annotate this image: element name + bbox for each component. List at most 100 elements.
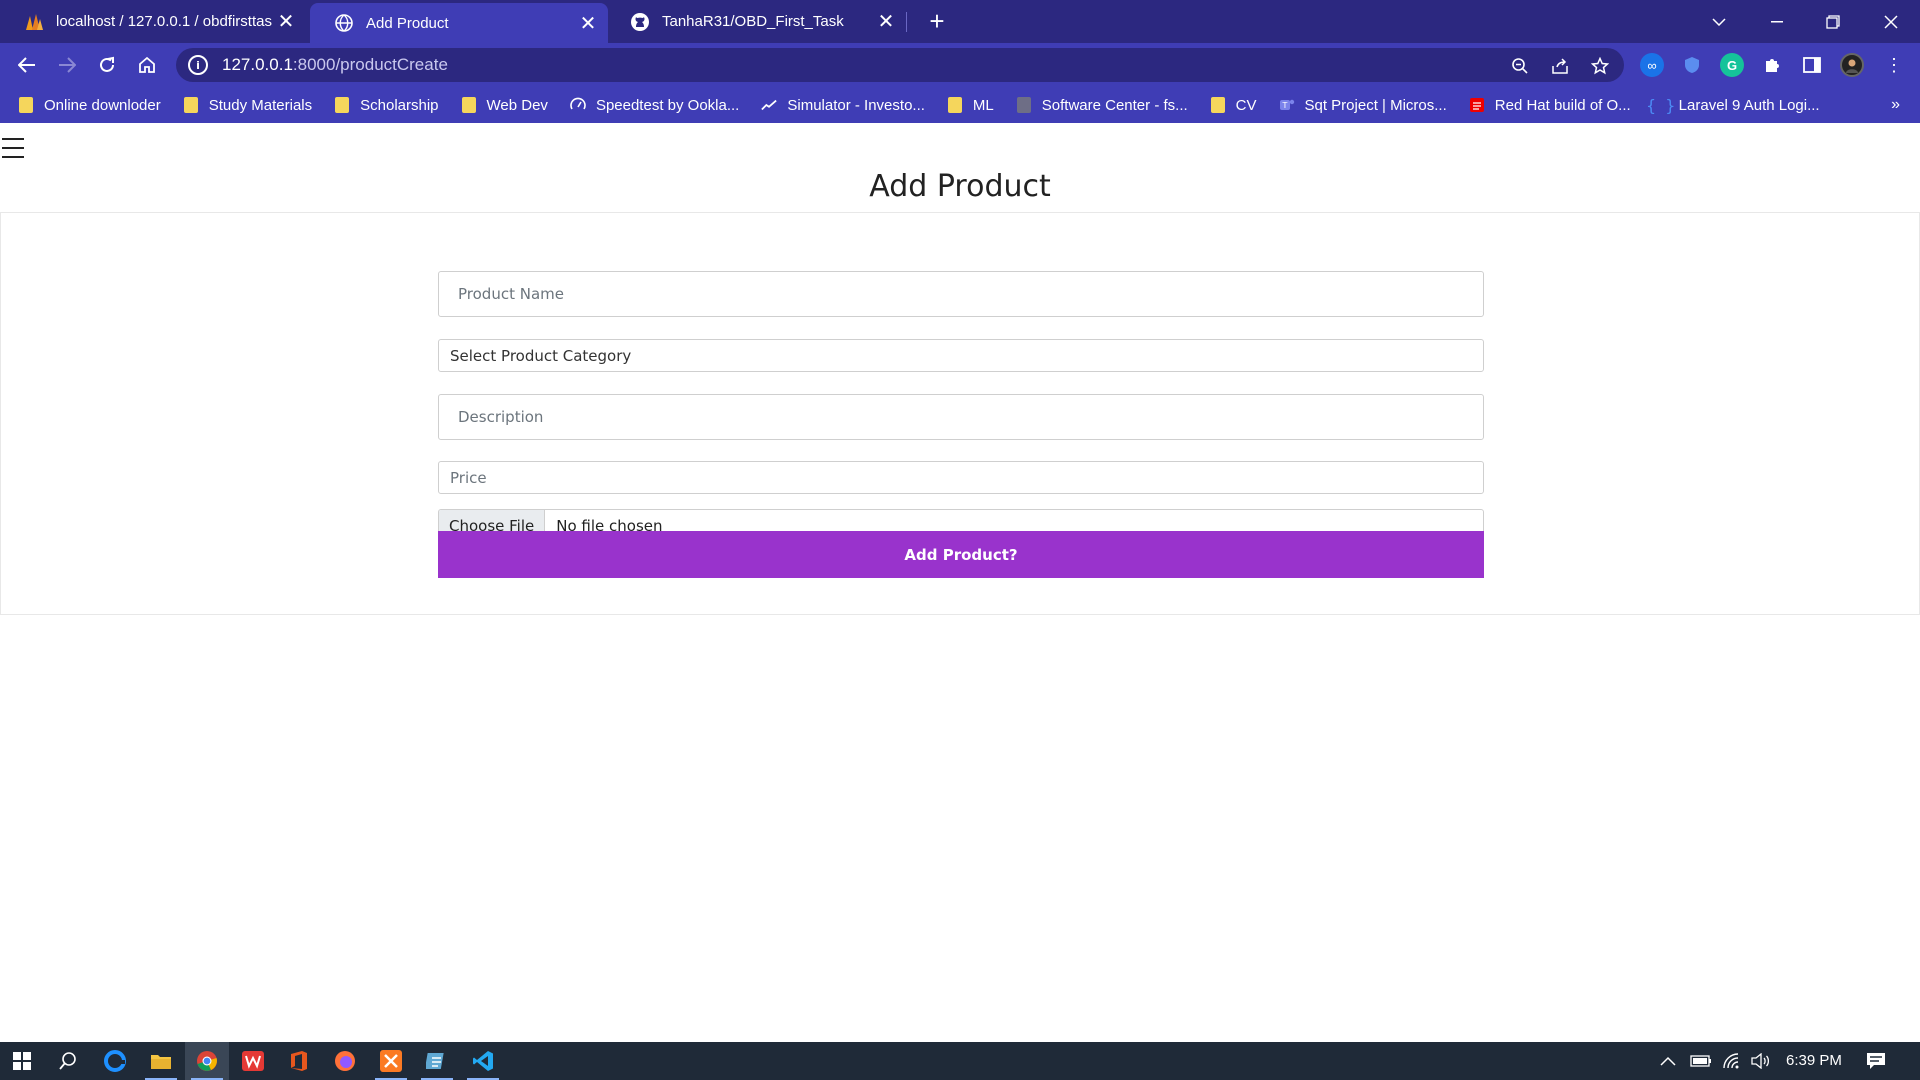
folder-icon — [183, 97, 199, 113]
bookmark-label: Online downloder — [44, 96, 161, 114]
hamburger-menu-icon[interactable] — [2, 138, 24, 158]
price-input[interactable]: Price — [438, 461, 1484, 494]
tab-title: Add Product — [366, 14, 449, 32]
bookmark-label: Red Hat build of O... — [1494, 96, 1631, 114]
windows-start-icon[interactable] — [0, 1042, 44, 1080]
notepad-icon[interactable] — [415, 1042, 459, 1080]
bookmark-label: ML — [972, 96, 994, 114]
bookmark-ml[interactable]: ML — [947, 97, 994, 114]
teams-icon: T — [1279, 97, 1295, 113]
shield-extension-icon[interactable] — [1680, 53, 1704, 77]
tab-add-product[interactable]: Add Product ✕ — [310, 3, 608, 43]
wps-office-icon[interactable] — [231, 1042, 275, 1080]
bookmark-laravel-auth[interactable]: { } Laravel 9 Auth Logi... — [1646, 95, 1820, 115]
windows-taskbar: 6:39 PM — [0, 1042, 1920, 1080]
profile-avatar[interactable] — [1840, 53, 1864, 77]
bookmark-web-dev[interactable]: Web Dev — [461, 97, 548, 114]
vscode-icon[interactable] — [461, 1042, 505, 1080]
bookmark-simulator[interactable]: Simulator - Investo... — [761, 97, 925, 114]
infinity-extension-icon[interactable]: ∞ — [1640, 53, 1664, 77]
bookmark-sqt-project[interactable]: T Sqt Project | Micros... — [1279, 97, 1447, 114]
description-input[interactable]: Description — [438, 394, 1484, 440]
forward-arrow-icon[interactable] — [53, 51, 81, 79]
url-text[interactable]: 127.0.0.1:8000/productCreate — [222, 55, 448, 75]
volume-icon[interactable] — [1750, 1042, 1770, 1080]
address-bar[interactable]: i 127.0.0.1:8000/productCreate — [176, 48, 1624, 82]
taskbar-clock[interactable]: 6:39 PM — [1786, 1052, 1842, 1069]
url-host: 127.0.0.1 — [222, 55, 293, 74]
bookmark-label: Sqt Project | Micros... — [1304, 96, 1447, 114]
side-panel-icon[interactable] — [1800, 53, 1824, 77]
tab-github[interactable]: TanhaR31/OBD_First_Task ✕ — [606, 0, 906, 43]
minimize-icon[interactable] — [1754, 0, 1800, 43]
bookmark-label: Laravel 9 Auth Logi... — [1678, 96, 1820, 114]
close-window-icon[interactable] — [1868, 0, 1914, 43]
bookmark-scholarship[interactable]: Scholarship — [334, 97, 439, 114]
chrome-icon[interactable] — [185, 1042, 229, 1080]
folder-icon — [334, 97, 350, 113]
bookmark-online-downloder[interactable]: Online downloder — [18, 97, 161, 114]
tab-phpmyadmin[interactable]: localhost / 127.0.0.1 / obdfirsttas ✕ — [0, 0, 306, 43]
bookmark-speedtest[interactable]: Speedtest by Ookla... — [570, 97, 739, 114]
product-name-placeholder: Product Name — [458, 285, 564, 303]
close-tab-icon[interactable]: ✕ — [874, 10, 898, 34]
speedtest-icon — [570, 97, 586, 113]
tab-strip: localhost / 127.0.0.1 / obdfirsttas ✕ Ad… — [0, 0, 1920, 43]
browser-toolbar: i 127.0.0.1:8000/productCreate ∞ G ⋮ — [0, 43, 1920, 87]
back-arrow-icon[interactable] — [13, 51, 41, 79]
product-name-input[interactable]: Product Name — [438, 271, 1484, 317]
edge-icon[interactable] — [93, 1042, 137, 1080]
bookmark-software-center[interactable]: Software Center - fs... — [1016, 97, 1188, 114]
tab-title: localhost / 127.0.0.1 / obdfirsttas — [56, 13, 272, 30]
bookmarks-bar: Online downloder Study Materials Scholar… — [0, 87, 1920, 123]
restore-icon[interactable] — [1810, 0, 1856, 43]
wifi-icon[interactable] — [1722, 1042, 1742, 1080]
show-hidden-icons-chevron-icon[interactable] — [1660, 1042, 1676, 1080]
tab-title: TanhaR31/OBD_First_Task — [662, 13, 844, 30]
share-icon[interactable] — [1550, 56, 1570, 76]
bookmark-label: Study Materials — [208, 96, 313, 114]
product-category-selected: Select Product Category — [450, 346, 632, 365]
file-explorer-icon[interactable] — [139, 1042, 183, 1080]
bookmark-label: Speedtest by Ookla... — [595, 96, 740, 114]
tab-search-icon[interactable] — [1696, 0, 1742, 43]
bookmark-label: Software Center - fs... — [1041, 96, 1188, 114]
office-icon[interactable] — [277, 1042, 321, 1080]
site-info-icon[interactable]: i — [188, 55, 208, 75]
new-tab-button[interactable]: + — [922, 6, 952, 36]
svg-text:T: T — [1281, 101, 1287, 110]
home-icon[interactable] — [133, 51, 161, 79]
reload-icon[interactable] — [93, 51, 121, 79]
tab-separator — [906, 12, 907, 32]
extensions-puzzle-icon[interactable] — [1760, 53, 1784, 77]
xampp-icon[interactable] — [369, 1042, 413, 1080]
search-icon[interactable] — [46, 1042, 90, 1080]
firefox-icon[interactable] — [323, 1042, 367, 1080]
price-placeholder: Price — [450, 468, 487, 487]
investopedia-icon — [761, 97, 778, 113]
github-icon — [630, 12, 650, 32]
zoom-icon[interactable] — [1510, 56, 1530, 76]
bookmark-star-icon[interactable] — [1590, 56, 1610, 76]
redhat-icon — [1469, 97, 1485, 113]
close-tab-icon[interactable]: ✕ — [274, 10, 298, 34]
braces-icon: { } — [1646, 95, 1676, 115]
product-category-select[interactable]: Select Product Category — [438, 339, 1484, 372]
bookmark-label: Simulator - Investo... — [787, 96, 925, 114]
folder-icon — [1210, 97, 1226, 113]
grammarly-icon[interactable]: G — [1720, 53, 1744, 77]
add-product-form: Product Name Select Product Category Des… — [0, 212, 1920, 615]
bookmark-study-materials[interactable]: Study Materials — [183, 97, 312, 114]
bookmark-cv[interactable]: CV — [1210, 97, 1257, 114]
globe-icon — [334, 13, 354, 33]
menu-kebab-icon[interactable]: ⋮ — [1882, 53, 1906, 77]
bookmarks-overflow-chevron-icon[interactable]: » — [1891, 96, 1900, 114]
add-product-button[interactable]: Add Product? — [438, 531, 1484, 578]
bookmark-red-hat[interactable]: Red Hat build of O... — [1469, 97, 1631, 114]
battery-icon[interactable] — [1690, 1042, 1712, 1080]
notifications-icon[interactable] — [1866, 1042, 1886, 1080]
close-tab-icon[interactable]: ✕ — [576, 11, 600, 35]
bookmark-label: CV — [1235, 96, 1257, 114]
url-path: :8000/productCreate — [292, 55, 448, 74]
page-content: Add Product Product Name Select Product … — [0, 123, 1920, 1042]
